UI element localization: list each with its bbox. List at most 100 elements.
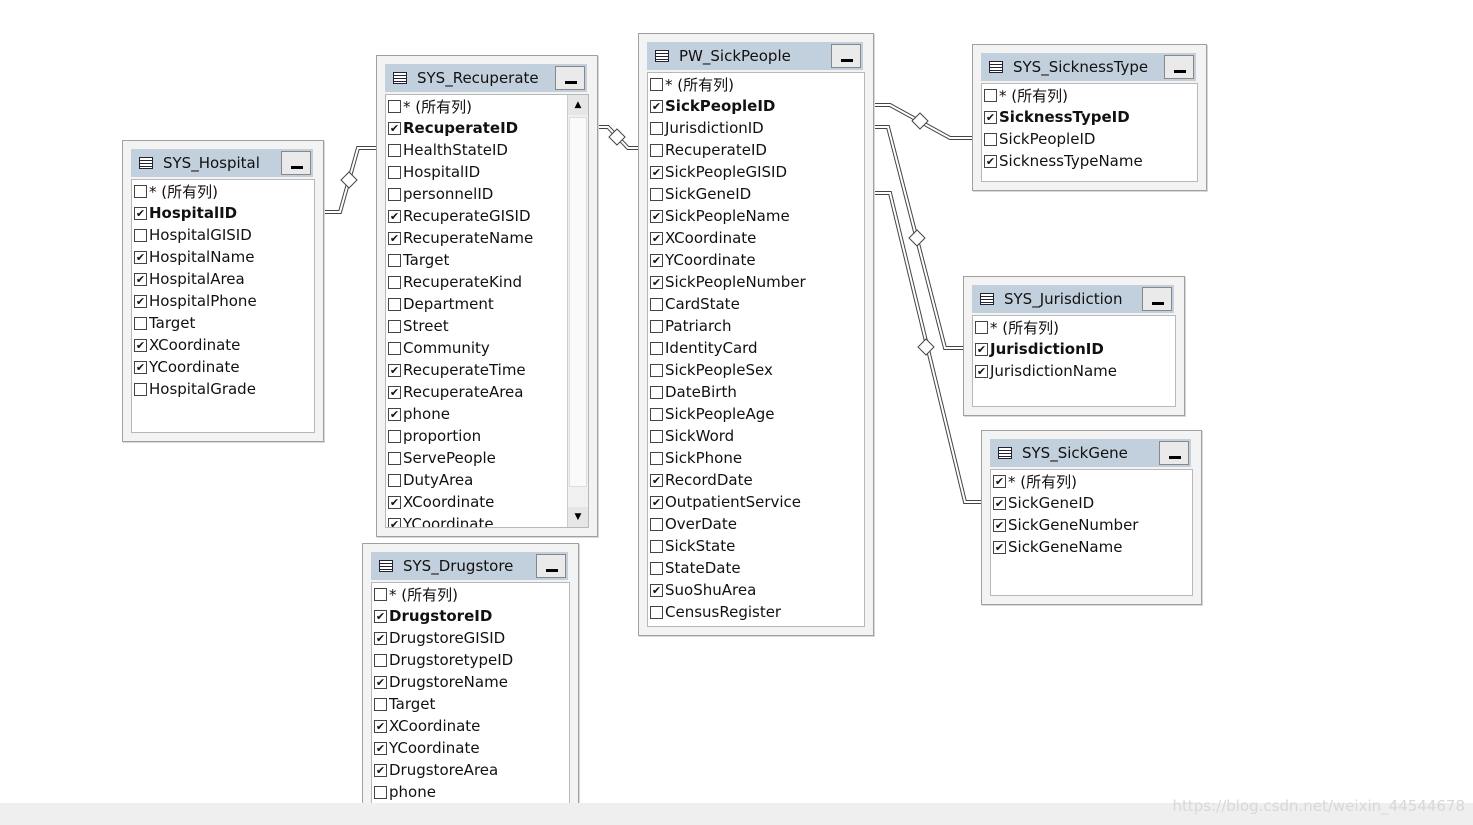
column-checkbox[interactable]: ✔ (984, 110, 997, 124)
column-row[interactable]: ✔ SickPeopleNumber (648, 271, 864, 293)
relationship-diamond-icon[interactable] (917, 338, 935, 356)
column-checkbox[interactable]: ✔ (374, 631, 387, 645)
column-row[interactable]: ✔ SicknessTypeID (982, 106, 1197, 128)
table-title-bar[interactable]: PW_SickPeople (647, 42, 863, 70)
column-row[interactable]: * (所有列) (973, 316, 1175, 338)
column-checkbox[interactable] (650, 385, 663, 399)
column-checkbox[interactable] (650, 319, 663, 333)
minimize-button[interactable] (831, 44, 861, 68)
relationship-diamond-icon[interactable] (908, 229, 926, 247)
column-row[interactable]: SickPeopleSex (648, 359, 864, 381)
column-row[interactable]: ✔ OutpatientService (648, 491, 864, 513)
column-row[interactable]: SickState (648, 535, 864, 557)
column-checkbox[interactable]: ✔ (374, 609, 387, 623)
table-sys-sicknesstype[interactable]: SYS_SicknessType * (所有列) ✔ SicknessTypeID Si… (972, 44, 1207, 191)
column-checkbox[interactable] (650, 187, 663, 201)
column-checkbox[interactable]: ✔ (388, 231, 401, 245)
column-checkbox[interactable]: ✔ (993, 496, 1006, 510)
column-checkbox[interactable]: ✔ (993, 540, 1006, 554)
column-row[interactable]: ✔ * (所有列) (991, 470, 1192, 492)
column-row[interactable]: ✔ YCoordinate (372, 737, 569, 759)
scrollbar[interactable]: ▲ ▼ (567, 95, 588, 527)
column-checkbox[interactable] (134, 184, 147, 198)
column-checkbox[interactable]: ✔ (388, 407, 401, 421)
table-title-bar[interactable]: SYS_SicknessType (981, 53, 1196, 81)
column-row[interactable]: * (所有列) (372, 583, 569, 605)
column-row[interactable]: ✔ SickPeopleName (648, 205, 864, 227)
column-row[interactable]: phone (372, 781, 569, 803)
column-row[interactable]: ✔ SickPeopleGISID (648, 161, 864, 183)
column-checkbox[interactable] (388, 297, 401, 311)
column-checkbox[interactable] (388, 165, 401, 179)
column-row[interactable]: Community (386, 337, 588, 359)
table-title-bar[interactable]: SYS_Hospital (131, 149, 313, 177)
column-row[interactable]: ✔ SuoShuArea (648, 579, 864, 601)
scroll-thumb[interactable] (569, 117, 587, 487)
table-title-bar[interactable]: SYS_Drugstore (371, 552, 568, 580)
column-row[interactable]: JurisdictionID (648, 117, 864, 139)
minimize-button[interactable] (555, 66, 585, 90)
scroll-up-arrow-icon[interactable]: ▲ (568, 95, 588, 115)
column-row[interactable]: ✔ YCoordinate (386, 513, 588, 527)
column-checkbox[interactable] (374, 785, 387, 799)
column-checkbox[interactable] (374, 587, 387, 601)
column-checkbox[interactable]: ✔ (975, 364, 988, 378)
column-checkbox[interactable]: ✔ (134, 338, 147, 352)
column-row[interactable]: * (所有列) (982, 84, 1197, 106)
column-checkbox[interactable]: ✔ (374, 675, 387, 689)
column-row[interactable]: Street (386, 315, 588, 337)
column-checkbox[interactable] (650, 561, 663, 575)
column-row[interactable]: ✔ SickGeneID (991, 492, 1192, 514)
column-row[interactable]: personnelID (386, 183, 588, 205)
column-row[interactable]: SickPeopleID (982, 128, 1197, 150)
column-checkbox[interactable] (650, 451, 663, 465)
minimize-button[interactable] (281, 151, 311, 175)
table-title-bar[interactable]: SYS_Jurisdiction (972, 285, 1174, 313)
column-row[interactable]: ✔ HospitalPhone (132, 290, 314, 312)
column-checkbox[interactable] (388, 187, 401, 201)
column-checkbox[interactable] (650, 605, 663, 619)
column-row[interactable]: HospitalGrade (132, 378, 314, 400)
column-checkbox[interactable] (134, 382, 147, 396)
minimize-button[interactable] (1142, 287, 1172, 311)
column-checkbox[interactable] (388, 341, 401, 355)
column-checkbox[interactable] (650, 429, 663, 443)
column-checkbox[interactable]: ✔ (993, 518, 1006, 532)
column-row[interactable]: DutyArea (386, 469, 588, 491)
column-checkbox[interactable]: ✔ (134, 250, 147, 264)
column-checkbox[interactable]: ✔ (388, 121, 401, 135)
column-row[interactable]: ✔ SickPeopleID (648, 95, 864, 117)
column-row[interactable]: ✔ RecuperateName (386, 227, 588, 249)
column-row[interactable]: proportion (386, 425, 588, 447)
table-title-bar[interactable]: SYS_Recuperate (385, 64, 587, 92)
column-row[interactable]: SickPhone (648, 447, 864, 469)
table-sys-hospital[interactable]: SYS_Hospital * (所有列) ✔ HospitalID HospitalGI… (122, 140, 324, 442)
column-checkbox[interactable] (388, 429, 401, 443)
column-checkbox[interactable] (388, 99, 401, 113)
table-title-bar[interactable]: SYS_SickGene (990, 439, 1191, 467)
column-row[interactable]: Department (386, 293, 588, 315)
column-row[interactable]: ✔ phone (386, 403, 588, 425)
column-row[interactable]: StateDate (648, 557, 864, 579)
column-checkbox[interactable]: ✔ (374, 763, 387, 777)
column-row[interactable]: ✔ YCoordinate (132, 356, 314, 378)
column-row[interactable]: ✔ JurisdictionName (973, 360, 1175, 382)
column-row[interactable]: ✔ JurisdictionID (973, 338, 1175, 360)
column-checkbox[interactable]: ✔ (134, 206, 147, 220)
column-checkbox[interactable]: ✔ (374, 719, 387, 733)
minimize-button[interactable] (536, 554, 566, 578)
column-row[interactable]: ✔ XCoordinate (132, 334, 314, 356)
column-checkbox[interactable]: ✔ (388, 495, 401, 509)
column-checkbox[interactable] (650, 77, 663, 91)
column-checkbox[interactable]: ✔ (993, 474, 1006, 488)
column-row[interactable]: RecuperateKind (386, 271, 588, 293)
column-checkbox[interactable]: ✔ (650, 165, 663, 179)
column-checkbox[interactable]: ✔ (650, 495, 663, 509)
column-row[interactable]: HospitalGISID (132, 224, 314, 246)
column-checkbox[interactable]: ✔ (984, 154, 997, 168)
column-row[interactable]: DateBirth (648, 381, 864, 403)
column-checkbox[interactable]: ✔ (388, 517, 401, 527)
column-checkbox[interactable]: ✔ (650, 209, 663, 223)
column-checkbox[interactable] (388, 143, 401, 157)
column-checkbox[interactable] (374, 697, 387, 711)
